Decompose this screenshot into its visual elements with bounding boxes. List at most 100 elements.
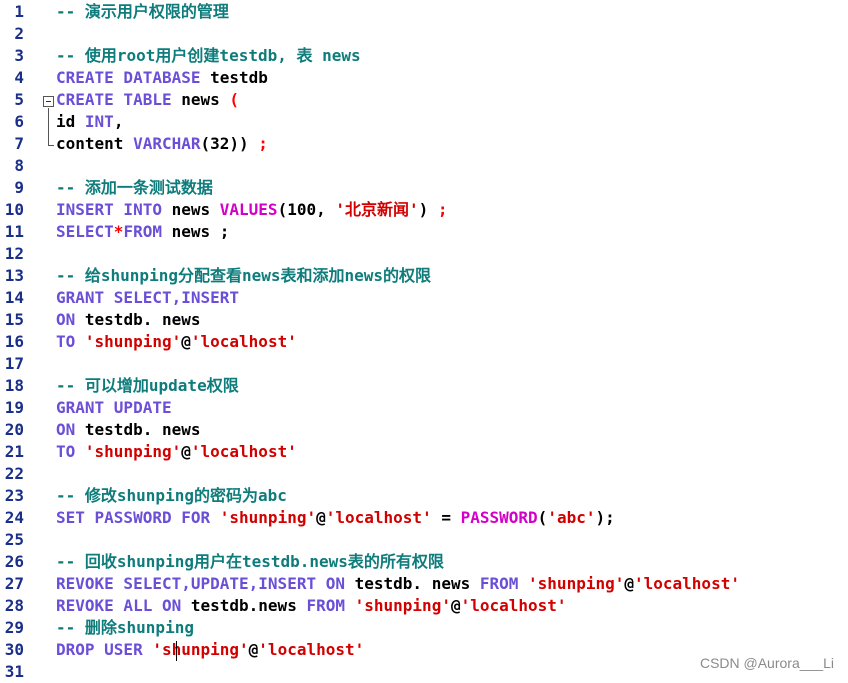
- code-text: GRANT UPDATE: [56, 397, 172, 419]
- code-line[interactable]: 12: [0, 243, 848, 265]
- code-token: (100,: [277, 200, 336, 219]
- code-token: 'shunping': [152, 640, 249, 659]
- code-line[interactable]: 22: [0, 463, 848, 485]
- code-line[interactable]: 19 GRANT UPDATE: [0, 397, 848, 419]
- code-text: GRANT SELECT,INSERT: [56, 287, 239, 309]
- code-line[interactable]: 14 GRANT SELECT,INSERT: [0, 287, 848, 309]
- code-token: @: [181, 332, 191, 351]
- code-line[interactable]: 2: [0, 23, 848, 45]
- code-token: id: [56, 112, 85, 131]
- line-number: 26: [4, 552, 24, 571]
- code-token: -- 添加一条测试数据: [56, 178, 213, 197]
- sql-editor[interactable]: 1 -- 演示用户权限的管理 2 3 -- 使用root用户创建testdb, 表 ne…: [0, 0, 848, 681]
- fold-guide-line: [48, 108, 49, 146]
- code-token: 'localhost': [325, 508, 432, 527]
- code-token: GRANT UPDATE: [56, 398, 172, 417]
- code-token: (: [229, 90, 240, 109]
- code-line[interactable]: 21 TO 'shunping'@'localhost': [0, 441, 848, 463]
- code-token: -- 回收shunping用户在testdb.news表的所有权限: [56, 552, 444, 571]
- code-line[interactable]: 15 ON testdb. news: [0, 309, 848, 331]
- code-line[interactable]: 27 REVOKE SELECT,UPDATE,INSERT ON testdb.…: [0, 573, 848, 595]
- code-token: 'shunping': [219, 508, 317, 527]
- code-text: CREATE TABLE news (: [56, 89, 239, 111]
- code-line[interactable]: 23 -- 修改shunping的密码为abc: [0, 485, 848, 507]
- code-line[interactable]: 5 CREATE TABLE news (: [0, 89, 848, 111]
- code-line[interactable]: 9 -- 添加一条测试数据: [0, 177, 848, 199]
- code-line[interactable]: 28 REVOKE ALL ON testdb.news FROM 'shunpi…: [0, 595, 848, 617]
- code-token: REVOKE ALL ON: [56, 596, 191, 615]
- line-number: 31: [4, 662, 24, 681]
- line-number: 12: [4, 244, 24, 263]
- code-line[interactable]: 18 -- 可以增加update权限: [0, 375, 848, 397]
- line-number: 15: [4, 310, 24, 329]
- code-token: -- 给shunping分配查看news表和添加news的权限: [56, 266, 432, 285]
- line-number: 23: [4, 486, 24, 505]
- code-token: );: [595, 508, 615, 527]
- line-number: 30: [4, 640, 24, 659]
- code-token: TO: [56, 442, 85, 461]
- code-token: (: [537, 508, 548, 527]
- line-number: 3: [14, 46, 24, 65]
- code-line[interactable]: 24 SET PASSWORD FOR 'shunping'@'localhost…: [0, 507, 848, 529]
- code-text: -- 演示用户权限的管理: [56, 1, 229, 23]
- code-token: FROM: [306, 596, 355, 615]
- code-token: ;: [437, 200, 448, 219]
- code-line[interactable]: 20 ON testdb. news: [0, 419, 848, 441]
- line-number: 10: [4, 200, 24, 219]
- code-text: REVOKE ALL ON testdb.news FROM 'shunping…: [56, 595, 567, 617]
- code-text: -- 使用root用户创建testdb, 表 news: [56, 45, 361, 67]
- code-token: ): [418, 200, 438, 219]
- code-line[interactable]: 17: [0, 353, 848, 375]
- code-token: SET PASSWORD FOR: [56, 508, 220, 527]
- code-token: CREATE TABLE: [56, 90, 182, 109]
- code-token: @: [624, 574, 634, 593]
- code-line[interactable]: 8: [0, 155, 848, 177]
- text-cursor: [176, 641, 177, 661]
- code-line[interactable]: 11 SELECT*FROM news ;: [0, 221, 848, 243]
- line-number: 27: [4, 574, 24, 593]
- code-text: REVOKE SELECT,UPDATE,INSERT ON testdb. n…: [56, 573, 740, 595]
- code-token: PASSWORD: [460, 508, 538, 527]
- code-text: TO 'shunping'@'localhost': [56, 331, 297, 353]
- code-text: -- 添加一条测试数据: [56, 177, 213, 199]
- line-number: 5: [14, 90, 24, 109]
- code-text: DROP USER 'shunping'@'localhost': [56, 639, 364, 661]
- code-line[interactable]: 29 -- 删除shunping: [0, 617, 848, 639]
- code-line[interactable]: 26 -- 回收shunping用户在testdb.news表的所有权限: [0, 551, 848, 573]
- code-token: news: [181, 90, 230, 109]
- code-token: 'shunping': [354, 596, 451, 615]
- code-token: 'shunping': [84, 442, 182, 461]
- line-number: 7: [14, 134, 24, 153]
- code-token: INT: [84, 112, 114, 131]
- code-line[interactable]: 10 INSERT INTO news VALUES(100, '北京新闻') ;: [0, 199, 848, 221]
- code-line[interactable]: 25: [0, 529, 848, 551]
- code-text: -- 修改shunping的密码为abc: [56, 485, 287, 507]
- code-token: REVOKE SELECT,UPDATE,INSERT ON: [56, 574, 355, 593]
- code-token: SELECT: [56, 222, 114, 241]
- code-text: -- 给shunping分配查看news表和添加news的权限: [56, 265, 431, 287]
- code-token: 'shunping': [84, 332, 182, 351]
- code-text: -- 回收shunping用户在testdb.news表的所有权限: [56, 551, 444, 573]
- code-token: content: [56, 134, 134, 153]
- code-token: ,: [113, 112, 124, 131]
- line-number: 16: [4, 332, 24, 351]
- fold-toggle-icon[interactable]: [43, 96, 54, 107]
- code-token: @: [316, 508, 326, 527]
- code-token: VARCHAR: [133, 134, 201, 153]
- code-token: '北京新闻': [335, 200, 419, 219]
- code-line[interactable]: 4 CREATE DATABASE testdb: [0, 67, 848, 89]
- line-number: 22: [4, 464, 24, 483]
- code-token: @: [181, 442, 191, 461]
- code-line[interactable]: 13 -- 给shunping分配查看news表和添加news的权限: [0, 265, 848, 287]
- code-token: testdb.news: [190, 596, 307, 615]
- code-line[interactable]: 16 TO 'shunping'@'localhost': [0, 331, 848, 353]
- code-text: ON testdb. news: [56, 419, 201, 441]
- code-line[interactable]: 3 -- 使用root用户创建testdb, 表 news: [0, 45, 848, 67]
- code-line[interactable]: 1 -- 演示用户权限的管理: [0, 1, 848, 23]
- code-token: 'abc': [547, 508, 596, 527]
- code-token: -- 删除shunping: [56, 618, 194, 637]
- code-line[interactable]: 6 id INT,: [0, 111, 848, 133]
- code-token: testdb. news: [354, 574, 480, 593]
- code-text: SET PASSWORD FOR 'shunping'@'localhost' …: [56, 507, 615, 529]
- code-line[interactable]: 7 content VARCHAR(32)) ;: [0, 133, 848, 155]
